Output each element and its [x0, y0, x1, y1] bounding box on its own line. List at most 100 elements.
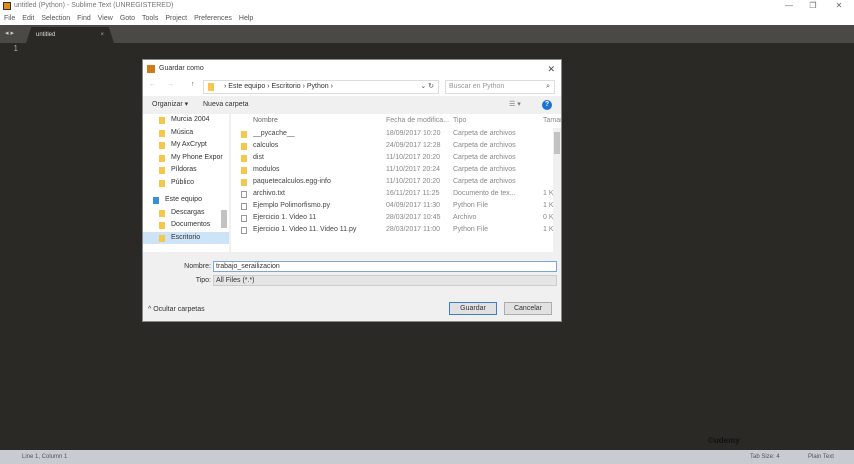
nav-item[interactable]: Murcia 2004: [143, 114, 229, 127]
hide-folders-toggle[interactable]: ^ Ocultar carpetas: [148, 306, 205, 313]
computer-icon: [153, 197, 159, 204]
file-name: paquetecalculos.egg-info: [253, 178, 331, 185]
nav-item[interactable]: Música: [143, 127, 229, 140]
nav-item-label: My AxCrypt: [171, 141, 207, 148]
dialog-close-button[interactable]: ✕: [547, 60, 555, 78]
file-type: Python File: [453, 226, 489, 233]
tab-size[interactable]: Tab Size: 4: [750, 450, 780, 464]
nav-item[interactable]: Escritorio: [143, 231, 229, 244]
file-row[interactable]: Ejemplo Polimorfismo.py 04/09/2017 11:30 P…: [231, 200, 561, 212]
save-button[interactable]: Guardar: [449, 302, 497, 315]
file-size: 0 K: [543, 214, 554, 221]
type-label: Tipo:: [195, 277, 211, 284]
menu-tools[interactable]: Tools: [142, 12, 158, 25]
file-row[interactable]: Ejercicio 1. Video 11 28/03/2017 10:45 Arc…: [231, 212, 561, 224]
menu-goto[interactable]: Goto: [120, 12, 135, 25]
file-list-scrollbar[interactable]: [553, 128, 561, 252]
file-type: Carpeta de archivos: [453, 178, 516, 185]
nav-item[interactable]: My AxCrypt: [143, 139, 229, 152]
menu-bar: File Edit Selection Find View Goto Tools Projec…: [0, 12, 854, 25]
folder-icon: [241, 143, 247, 150]
file-row[interactable]: Ejercicio 1. Video 11. Video 11.py 28/03/…: [231, 224, 561, 236]
new-folder-button[interactable]: Nueva carpeta: [203, 96, 249, 114]
menu-edit[interactable]: Edit: [22, 12, 34, 25]
file-type: Python File: [453, 202, 489, 209]
file-size: 1 K: [543, 226, 554, 233]
filename-input[interactable]: trabajo_serailizacion: [213, 261, 557, 272]
up-arrow-icon[interactable]: ↑: [191, 81, 195, 88]
file-row[interactable]: dist 11/10/2017 20:20 Carpeta de archivos: [231, 152, 561, 164]
tab-untitled[interactable]: untitled ×: [26, 27, 114, 43]
file-name: __pycache__: [253, 130, 295, 137]
file-type: Carpeta de archivos: [453, 166, 516, 173]
file-date: 04/09/2017 11:30: [386, 202, 440, 209]
line-number: 1: [13, 44, 18, 53]
file-icon: [241, 203, 247, 210]
udemy-watermark: ©udemy: [708, 436, 740, 445]
folder-icon: [241, 167, 247, 174]
sublime-app-icon: [3, 2, 11, 10]
search-input[interactable]: Buscar en Python ⌕: [445, 80, 555, 94]
nav-item[interactable]: Píldoras: [143, 164, 229, 177]
nav-item-label: Murcia 2004: [171, 116, 210, 123]
column-size[interactable]: Tamaño: [543, 114, 561, 128]
column-name[interactable]: Nombre: [253, 114, 278, 128]
filename-value: trabajo_serailizacion: [216, 263, 280, 270]
menu-selection[interactable]: Selection: [41, 12, 70, 25]
file-type: Carpeta de archivos: [453, 130, 516, 137]
file-icon: [241, 215, 247, 222]
maximize-button[interactable]: ❐: [800, 0, 826, 12]
nav-item[interactable]: My Phone Expor: [143, 152, 229, 165]
tab-close-icon[interactable]: ×: [100, 27, 104, 43]
menu-view[interactable]: View: [98, 12, 113, 25]
nav-item-label: Píldoras: [171, 166, 197, 173]
forward-arrow-icon[interactable]: →: [167, 81, 174, 88]
menu-help[interactable]: Help: [239, 12, 253, 25]
help-icon[interactable]: ?: [542, 100, 552, 110]
title-bar: untitled (Python) - Sublime Text (UNREGI…: [0, 0, 854, 12]
file-row[interactable]: paquetecalculos.egg-info 11/10/2017 20:20…: [231, 176, 561, 188]
nav-item[interactable]: Documentos: [143, 219, 229, 232]
nav-item[interactable]: Descargas: [143, 207, 229, 220]
tab-bar: ◂ ▸ untitled ×: [0, 25, 854, 43]
back-arrow-icon[interactable]: ←: [149, 81, 156, 88]
minimize-button[interactable]: —: [776, 0, 802, 12]
folder-icon: [159, 234, 165, 242]
file-row[interactable]: modulos 11/10/2017 20:24 Carpeta de archiv…: [231, 164, 561, 176]
file-date: 24/09/2017 12:28: [386, 142, 441, 149]
file-type-select[interactable]: All Files (*.*): [213, 275, 557, 286]
file-name: Ejercicio 1. Video 11. Video 11.py: [253, 226, 357, 233]
nav-item-label: Público: [171, 178, 194, 186]
file-date: 28/03/2017 11:00: [386, 226, 440, 233]
file-date: 18/09/2017 10:20: [386, 130, 441, 137]
close-window-button[interactable]: ✕: [826, 0, 852, 12]
column-type[interactable]: Tipo: [453, 114, 466, 128]
menu-preferences[interactable]: Preferences: [194, 12, 232, 25]
syntax-mode[interactable]: Plain Text: [808, 450, 834, 464]
organize-button[interactable]: Organizar ▾: [152, 96, 188, 114]
breadcrumb[interactable]: › Este equipo › Escritorio › Python › ⌄ ↻: [203, 80, 439, 94]
file-name: dist: [253, 154, 264, 161]
breadcrumb-path: › Este equipo › Escritorio › Python ›: [224, 83, 333, 90]
file-name: archivo.txt: [253, 190, 285, 197]
file-date: 16/11/2017 11:25: [386, 190, 440, 197]
nav-item-label: Escritorio: [171, 233, 201, 241]
search-placeholder: Buscar en Python: [449, 83, 505, 90]
menu-find[interactable]: Find: [77, 12, 91, 25]
file-row[interactable]: __pycache__ 18/09/2017 10:20 Carpeta de ar…: [231, 128, 561, 140]
cancel-button[interactable]: Cancelar: [504, 302, 552, 315]
nav-scrollbar[interactable]: [221, 210, 227, 228]
file-row[interactable]: calculos 24/09/2017 12:28 Carpeta de archi…: [231, 140, 561, 152]
file-date: 11/10/2017 20:20: [386, 178, 440, 185]
tab-nav-arrows-icon[interactable]: ◂ ▸: [5, 29, 14, 37]
menu-file[interactable]: File: [4, 12, 15, 25]
file-type: Archivo: [453, 214, 477, 221]
refresh-icon[interactable]: ⌄ ↻: [420, 81, 434, 93]
nav-item[interactable]: Público: [143, 177, 229, 190]
file-row[interactable]: archivo.txt 16/11/2017 11:25 Documento de …: [231, 188, 561, 200]
menu-project[interactable]: Project: [165, 12, 187, 25]
column-date[interactable]: Fecha de modifica...: [386, 114, 449, 128]
nav-item[interactable]: Este equipo: [143, 194, 229, 207]
view-options-icon[interactable]: ☰ ▾: [509, 96, 521, 114]
file-icon: [241, 227, 247, 234]
